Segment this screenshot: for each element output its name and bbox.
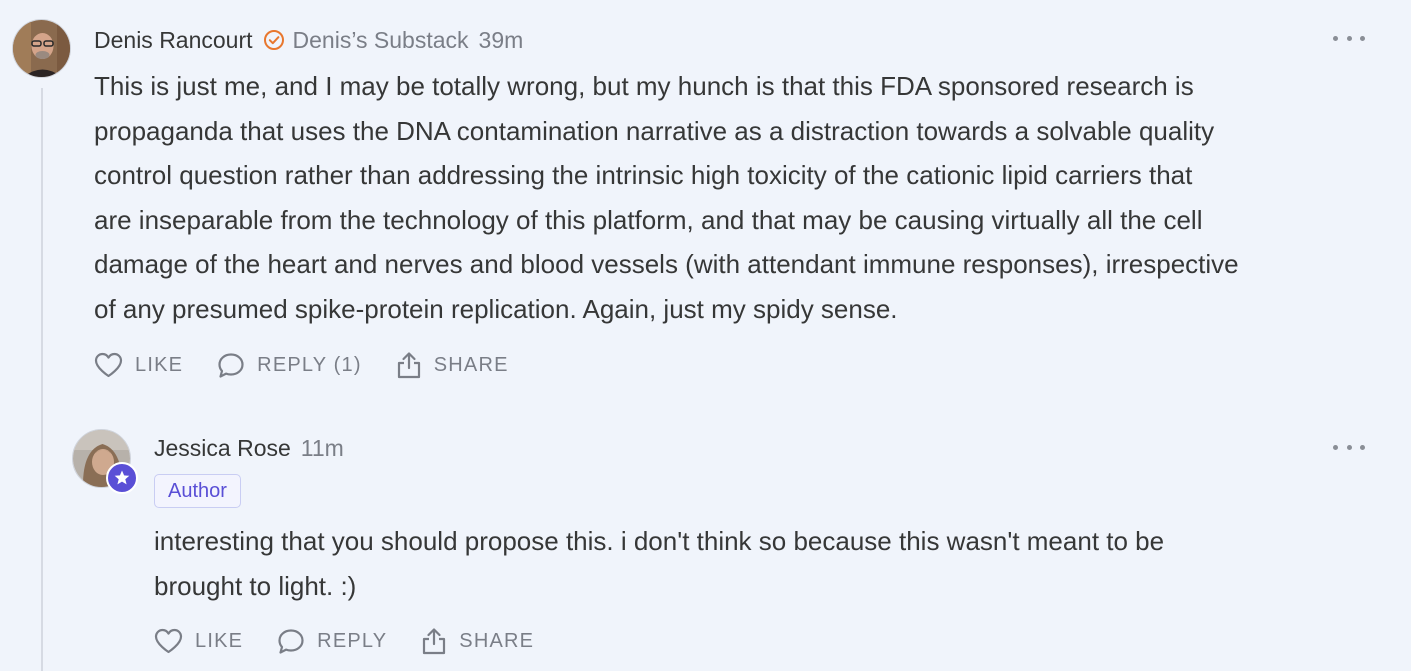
share-icon bbox=[397, 352, 420, 379]
comment-bubble-icon bbox=[218, 352, 244, 378]
comment-actions: LIKE REPLY (1) SHARE bbox=[94, 350, 543, 380]
comment: Denis Rancourt Denis’s Substack 39m This… bbox=[0, 0, 1411, 400]
heart-icon bbox=[94, 352, 123, 378]
star-icon bbox=[106, 462, 138, 494]
author-name[interactable]: Jessica Rose bbox=[154, 435, 291, 462]
avatar[interactable] bbox=[12, 19, 71, 78]
comment-line: propaganda that uses the DNA contaminati… bbox=[94, 115, 1215, 146]
comment-actions: LIKE REPLY SHARE bbox=[154, 626, 568, 656]
reply-comment: Jessica Rose 11m Author interesting that… bbox=[0, 410, 1411, 671]
comment-body: This is just me, and I may be totally wr… bbox=[94, 64, 1239, 332]
comment-header: Denis Rancourt Denis’s Substack 39m bbox=[94, 26, 523, 54]
comment-line: brought to light. :) bbox=[154, 570, 357, 601]
like-button[interactable]: LIKE bbox=[94, 352, 183, 378]
comment-line: control question rather than addressing … bbox=[94, 160, 1193, 191]
share-icon bbox=[423, 628, 446, 655]
verified-check-icon bbox=[263, 29, 285, 51]
reply-button[interactable]: REPLY (1) bbox=[217, 352, 362, 379]
share-button[interactable]: SHARE bbox=[421, 627, 534, 655]
more-options-icon[interactable] bbox=[1333, 28, 1365, 48]
author-badge: Author bbox=[154, 474, 241, 508]
like-button[interactable]: LIKE bbox=[154, 628, 243, 654]
timestamp[interactable]: 39m bbox=[479, 27, 524, 54]
comment-line: damage of the heart and nerves and blood… bbox=[94, 249, 1239, 280]
share-label: SHARE bbox=[433, 353, 509, 376]
share-button[interactable]: SHARE bbox=[396, 351, 509, 379]
comment-line: This is just me, and I may be totally wr… bbox=[94, 71, 1194, 101]
comment-line: are inseparable from the technology of t… bbox=[94, 204, 1203, 235]
publication-link[interactable]: Denis’s Substack bbox=[293, 27, 469, 54]
timestamp[interactable]: 11m bbox=[301, 435, 344, 462]
reply-button[interactable]: REPLY bbox=[277, 628, 387, 655]
like-label: LIKE bbox=[135, 353, 184, 376]
more-options-icon[interactable] bbox=[1333, 437, 1365, 457]
comment-line: interesting that you should propose this… bbox=[154, 526, 1165, 556]
author-name[interactable]: Denis Rancourt bbox=[94, 27, 253, 54]
share-label: SHARE bbox=[459, 629, 535, 652]
heart-icon bbox=[154, 628, 183, 654]
reply-label: REPLY (1) bbox=[257, 353, 362, 376]
comment-header: Jessica Rose 11m bbox=[154, 434, 344, 462]
like-label: LIKE bbox=[195, 629, 244, 652]
comment-line: of any presumed spike-protein replicatio… bbox=[94, 293, 898, 324]
reply-label: REPLY bbox=[317, 629, 388, 652]
comment-bubble-icon bbox=[278, 628, 304, 654]
comment-body: interesting that you should propose this… bbox=[154, 519, 1164, 608]
